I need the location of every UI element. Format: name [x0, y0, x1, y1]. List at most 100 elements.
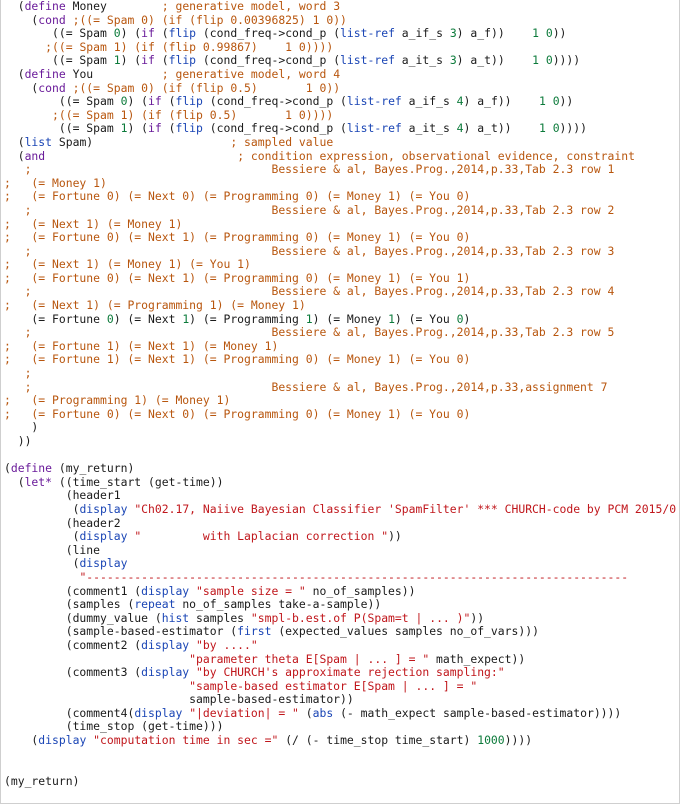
code-line[interactable]: (samples (repeat no_of_samples take-a-sa…	[0, 598, 680, 612]
code-line[interactable]: (define Money ; generative model, word 3	[0, 0, 680, 14]
code-line[interactable]: ; Bessiere & al, Bayes.Prog.,2014,p.33,T…	[0, 204, 680, 218]
code-line[interactable]: ; (= Fortune 0) (= Next 0) (= Programmin…	[0, 408, 680, 422]
code-line[interactable]: (comment4(display "|deviation| = " (abs …	[0, 707, 680, 721]
code-line[interactable]: (display "Ch02.17, Naiive Bayesian Class…	[0, 503, 680, 517]
comment-token: ; Bessiere & al, Bayes.Prog.,2014,p.33,T…	[24, 244, 615, 258]
code-token: ))	[4, 435, 32, 448]
code-line[interactable]: (display " with Laplacian correction "))	[0, 530, 680, 544]
code-line[interactable]: ; (= Next 1) (= Programming 1) (= Money …	[0, 299, 680, 313]
code-line[interactable]: (define You ; generative model, word 4	[0, 68, 680, 82]
number-token: 0	[106, 312, 114, 326]
number-token: 1	[538, 122, 546, 136]
code-line[interactable]: ;((= Spam 1) (if (flip 0.5) 1 0))))	[0, 109, 680, 123]
keyword-token: let*	[24, 475, 53, 489]
code-token: (	[161, 95, 176, 109]
code-line[interactable]: ; (= Programming 1) (= Money 1)	[0, 394, 680, 408]
code-line[interactable]	[0, 788, 680, 802]
code-line[interactable]: (list Spam) ; sampled value	[0, 136, 680, 150]
code-token: a_it_s	[394, 54, 450, 68]
code-line[interactable]	[0, 761, 680, 775]
code-token: ))	[559, 95, 574, 109]
code-line[interactable]: (my_return)	[0, 775, 680, 789]
code-line[interactable]: "---------------------------------------…	[0, 571, 680, 585]
code-line[interactable]: ; (= Fortune 0) (= Next 1) (= Programmin…	[0, 272, 680, 286]
code-line[interactable]: ; Bessiere & al, Bayes.Prog.,2014,p.33,T…	[0, 326, 680, 340]
code-token: a_it_s	[401, 122, 457, 136]
number-token: 1000	[477, 734, 505, 748]
code-token: (sample-based-estimator (	[4, 625, 238, 639]
code-line[interactable]: "parameter theta E[Spam | ... ] = " math…	[0, 653, 680, 667]
code-line[interactable]: ; (= Fortune 1) (= Next 1) (= Programmin…	[0, 353, 680, 367]
code-token: ))	[552, 27, 567, 41]
code-line[interactable]: (line	[0, 544, 680, 558]
code-token: (/ (- time_stop time_start)	[278, 734, 478, 748]
string-token: "sample-based estimator E[Spam | ... ] =…	[189, 679, 478, 693]
code-token: (comment3 (	[4, 666, 142, 680]
comment-token: ; Bessiere & al, Bayes.Prog.,2014,p.33,T…	[24, 203, 615, 217]
code-line[interactable]: ; (= Fortune 0) (= Next 1) (= Programmin…	[0, 231, 680, 245]
builtin-token: list	[24, 135, 53, 149]
code-token: (	[4, 462, 11, 476]
code-line[interactable]: ; (= Next 1) (= Money 1)	[0, 218, 680, 232]
code-line[interactable]: (comment2 (display "by ...."	[0, 639, 680, 653]
code-line[interactable]: )	[0, 421, 680, 435]
code-line[interactable]: (dummy_value (hist samples "smpl-b.est.o…	[0, 612, 680, 626]
code-line[interactable]: ))	[0, 435, 680, 449]
code-line[interactable]: (= Fortune 0) (= Next 1) (= Programming …	[0, 313, 680, 327]
code-line[interactable]: ((= Spam 0) (if (flip (cond_freq->cond_p…	[0, 27, 680, 41]
code-line[interactable]: (header2	[0, 517, 680, 531]
keyword-token: cond	[38, 13, 66, 27]
code-editor[interactable]: (define Money ; generative model, word 3…	[0, 0, 680, 804]
code-line[interactable]: (comment3 (display "by CHURCH's approxim…	[0, 666, 680, 680]
builtin-token: display	[141, 638, 190, 652]
comment-token: ; generative model, word 3	[161, 0, 341, 13]
code-line[interactable]: ; (= Next 1) (= Money 1) (= You 1)	[0, 258, 680, 272]
code-line[interactable]: (cond ;((= Spam 0) (if (flip 0.00396825)…	[0, 14, 680, 28]
code-line[interactable]: "sample-based estimator E[Spam | ... ] =…	[0, 680, 680, 694]
code-token: (comment2 (	[4, 638, 142, 652]
keyword-token: and	[24, 149, 46, 163]
comment-token: ;((= Spam 1) (if (flip 0.99867) 1 0))))	[45, 40, 334, 54]
code-line[interactable]: (sample-based-estimator (first (expected…	[0, 625, 680, 639]
code-line[interactable]: (comment1 (display "sample size = " no_o…	[0, 585, 680, 599]
code-line[interactable]: ((= Spam 0) (if (flip (cond_freq->cond_p…	[0, 95, 680, 109]
code-token: (cond_freq->cond_p (	[196, 54, 341, 68]
code-line[interactable]: (and ; condition expression, observation…	[0, 150, 680, 164]
comment-token: ;	[24, 367, 32, 381]
code-line[interactable]: (cond ;((= Spam 0) (if (flip 0.5) 1 0))	[0, 82, 680, 96]
code-line[interactable]: (header1	[0, 489, 680, 503]
code-line[interactable]: ;((= Spam 1) (if (flip 0.99867) 1 0))))	[0, 41, 680, 55]
code-token: (	[4, 530, 80, 544]
code-line[interactable]: ; (= Fortune 0) (= Next 0) (= Programmin…	[0, 190, 680, 204]
keyword-token: define	[10, 462, 53, 476]
code-line[interactable]: sample-based-estimator))	[0, 693, 680, 707]
builtin-token: display	[79, 557, 128, 571]
code-line[interactable]: ;	[0, 367, 680, 381]
code-token: )	[4, 421, 39, 435]
code-line[interactable]: ; Bessiere & al, Bayes.Prog.,2014,p.33,a…	[0, 381, 680, 395]
code-line[interactable]: ; (= Fortune 1) (= Next 1) (= Money 1)	[0, 340, 680, 354]
code-line[interactable]: ; Bessiere & al, Bayes.Prog.,2014,p.33,T…	[0, 163, 680, 177]
code-token: (	[4, 0, 25, 13]
code-line[interactable]: (let* ((time_start (get-time))	[0, 476, 680, 490]
code-line[interactable]: ; (= Money 1)	[0, 177, 680, 191]
code-line[interactable]: (display	[0, 557, 680, 571]
code-line[interactable]: (display "computation time in sec =" (/ …	[0, 734, 680, 748]
code-line[interactable]: ; Bessiere & al, Bayes.Prog.,2014,p.33,T…	[0, 245, 680, 259]
code-token: ((= Spam	[4, 54, 114, 68]
code-line[interactable]: ((= Spam 1) (if (flip (cond_freq->cond_p…	[0, 54, 680, 68]
code-line[interactable]: ; Bessiere & al, Bayes.Prog.,2014,p.33,T…	[0, 285, 680, 299]
builtin-token: display	[79, 502, 128, 516]
code-line[interactable]: (define (my_return)	[0, 462, 680, 476]
code-line[interactable]: (time_stop (get-time)))	[0, 720, 680, 734]
code-line[interactable]	[0, 748, 680, 762]
code-token: (	[4, 135, 25, 149]
code-line[interactable]: ((= Spam 1) (if (flip (cond_freq->cond_p…	[0, 122, 680, 136]
code-line[interactable]	[0, 449, 680, 463]
string-token: "---------------------------------------…	[79, 570, 629, 584]
number-token: 0	[456, 312, 464, 326]
